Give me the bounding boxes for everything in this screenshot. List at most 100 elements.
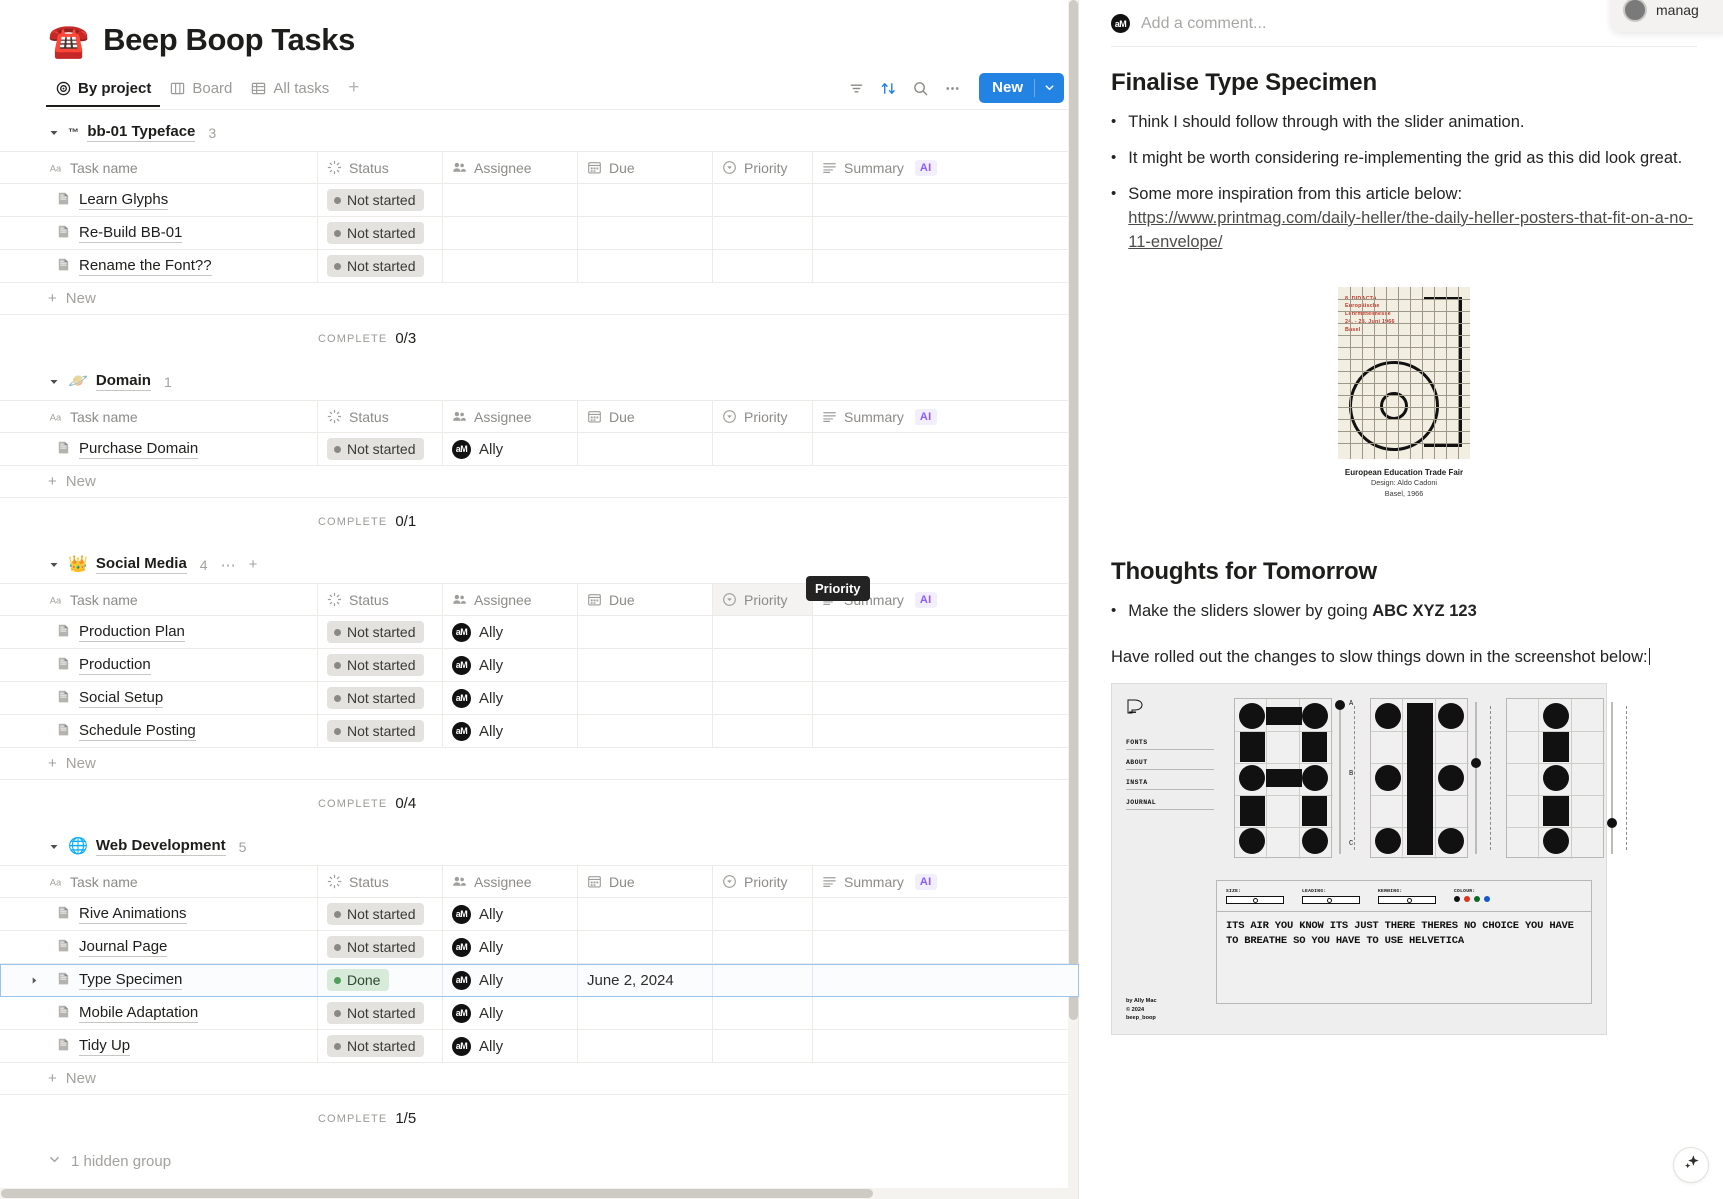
column-header-assignee[interactable]: Assignee xyxy=(443,866,578,897)
summary-cell[interactable] xyxy=(813,931,1043,963)
new-task-row[interactable]: + New xyxy=(0,748,1079,780)
table-row[interactable]: Social Setup Not started aM Ally xyxy=(0,682,1079,715)
task-name-cell[interactable]: Journal Page xyxy=(0,931,318,963)
more-options-icon[interactable] xyxy=(937,73,967,103)
size-control[interactable]: SIZE: xyxy=(1226,889,1284,905)
due-cell[interactable] xyxy=(578,997,713,1029)
table-row[interactable]: Re-Build BB-01 Not started xyxy=(0,217,1079,250)
summary-cell[interactable] xyxy=(813,1030,1043,1062)
assignee-cell[interactable]: aM Ally xyxy=(443,931,578,963)
assignee-cell[interactable]: aM Ally xyxy=(443,616,578,648)
leading-slider[interactable] xyxy=(1302,896,1360,905)
poster-image[interactable]: 8. DIDACTA Europäische Lehrmittelmesse 2… xyxy=(1318,274,1490,528)
assignee-cell[interactable]: aM Ally xyxy=(443,1030,578,1062)
priority-cell[interactable] xyxy=(713,649,813,681)
column-header-status[interactable]: Status xyxy=(318,584,443,615)
column-header-task-name[interactable]: Aa Task name xyxy=(0,584,318,615)
summary-cell[interactable] xyxy=(813,964,1043,996)
tab-by-project[interactable]: By project xyxy=(46,74,161,107)
kerning-slider[interactable] xyxy=(1378,896,1436,905)
assignee-chip[interactable]: aM Ally xyxy=(452,970,503,990)
summary-cell[interactable] xyxy=(813,997,1043,1029)
table-row[interactable]: Type Specimen Done aM Ally June 2, 2024 xyxy=(0,964,1079,997)
status-cell[interactable]: Not started xyxy=(318,715,443,747)
task-name-cell[interactable]: Tidy Up xyxy=(0,1030,318,1062)
column-header-assignee[interactable]: Assignee xyxy=(443,401,578,432)
summary-cell[interactable] xyxy=(813,898,1043,930)
priority-cell[interactable] xyxy=(713,250,813,282)
screenshot-nav-item[interactable]: ABOUT xyxy=(1126,759,1214,771)
status-cell[interactable]: Not started xyxy=(318,649,443,681)
size-slider[interactable] xyxy=(1226,896,1284,905)
column-header-status[interactable]: Status xyxy=(318,866,443,897)
priority-cell[interactable] xyxy=(713,931,813,963)
column-header-task-name[interactable]: Aa Task name xyxy=(0,866,318,897)
assignee-cell[interactable]: aM Ally xyxy=(443,682,578,714)
column-header-summary[interactable]: Summary AI xyxy=(813,152,1043,183)
column-header-status[interactable]: Status xyxy=(318,401,443,432)
assignee-cell[interactable] xyxy=(443,250,578,282)
table-row[interactable]: Learn Glyphs Not started xyxy=(0,184,1079,217)
task-name-cell[interactable]: Re-Build BB-01 xyxy=(0,217,318,249)
priority-cell[interactable] xyxy=(713,1030,813,1062)
comment-input[interactable]: Add a comment... xyxy=(1141,15,1266,33)
horizontal-scrollbar[interactable] xyxy=(0,1188,1068,1199)
table-row[interactable]: Tidy Up Not started aM Ally xyxy=(0,1030,1079,1063)
column-header-due[interactable]: Due xyxy=(578,401,713,432)
ai-sparkle-button[interactable] xyxy=(1673,1147,1709,1183)
assignee-chip[interactable]: aM Ally xyxy=(452,655,503,675)
due-cell[interactable] xyxy=(578,250,713,282)
task-name-label[interactable]: Type Specimen xyxy=(79,971,183,990)
tab-board[interactable]: Board xyxy=(160,74,241,107)
priority-cell[interactable] xyxy=(713,433,813,465)
status-cell[interactable]: Not started xyxy=(318,682,443,714)
due-cell[interactable] xyxy=(578,898,713,930)
summary-cell[interactable] xyxy=(813,682,1043,714)
table-row[interactable]: Mobile Adaptation Not started aM Ally xyxy=(0,997,1079,1030)
task-name-label[interactable]: Social Setup xyxy=(79,689,164,708)
due-cell[interactable]: June 2, 2024 xyxy=(578,964,713,996)
summary-cell[interactable] xyxy=(813,217,1043,249)
task-name-cell[interactable]: Type Specimen xyxy=(0,964,318,996)
assignee-chip[interactable]: aM Ally xyxy=(452,721,503,741)
assignee-cell[interactable]: aM Ally xyxy=(443,433,578,465)
website-screenshot[interactable]: FONTS ABOUT INSTA JOURNAL A B C SIZE: LE… xyxy=(1111,683,1627,1036)
filter-icon[interactable] xyxy=(841,73,871,103)
column-header-due[interactable]: Due xyxy=(578,866,713,897)
due-cell[interactable] xyxy=(578,433,713,465)
column-header-priority[interactable]: Priority xyxy=(713,866,813,897)
collapse-group-icon[interactable] xyxy=(48,560,60,570)
assignee-chip[interactable]: aM Ally xyxy=(452,1003,503,1023)
due-cell[interactable] xyxy=(578,649,713,681)
column-header-priority[interactable]: Priority xyxy=(713,152,813,183)
colour-swatch[interactable] xyxy=(1484,896,1490,903)
table-row[interactable]: Production Plan Not started aM Ally xyxy=(0,616,1079,649)
task-name-label[interactable]: Mobile Adaptation xyxy=(79,1004,199,1023)
screenshot-nav-item[interactable]: INSTA xyxy=(1126,779,1214,791)
priority-cell[interactable] xyxy=(713,997,813,1029)
task-name-cell[interactable]: Purchase Domain xyxy=(0,433,318,465)
kerning-control[interactable]: KERNING: xyxy=(1378,889,1436,905)
new-button[interactable]: New xyxy=(979,73,1064,103)
column-header-task-name[interactable]: Aa Task name xyxy=(0,152,318,183)
due-cell[interactable] xyxy=(578,1030,713,1062)
due-cell[interactable] xyxy=(578,682,713,714)
status-cell[interactable]: Not started xyxy=(318,184,443,216)
column-header-assignee[interactable]: Assignee xyxy=(443,152,578,183)
colour-swatch[interactable] xyxy=(1474,896,1480,903)
collapse-group-icon[interactable] xyxy=(48,377,60,387)
task-name-label[interactable]: Schedule Posting xyxy=(79,722,196,741)
vertical-scrollbar-thumb[interactable] xyxy=(1069,0,1078,1020)
column-header-summary[interactable]: Summary AI xyxy=(813,866,1043,897)
column-header-summary[interactable]: Summary AI xyxy=(813,401,1043,432)
status-cell[interactable]: Not started xyxy=(318,997,443,1029)
collapse-group-icon[interactable] xyxy=(48,128,60,138)
tab-all-tasks[interactable]: All tasks xyxy=(241,74,338,107)
group-name[interactable]: bb-01 Typeface xyxy=(87,123,196,142)
status-cell[interactable]: Not started xyxy=(318,931,443,963)
horizontal-scrollbar-thumb[interactable] xyxy=(1,1189,873,1198)
summary-cell[interactable] xyxy=(813,184,1043,216)
status-cell[interactable]: Not started xyxy=(318,433,443,465)
assignee-chip[interactable]: aM Ally xyxy=(452,1036,503,1056)
assignee-cell[interactable]: aM Ally xyxy=(443,649,578,681)
